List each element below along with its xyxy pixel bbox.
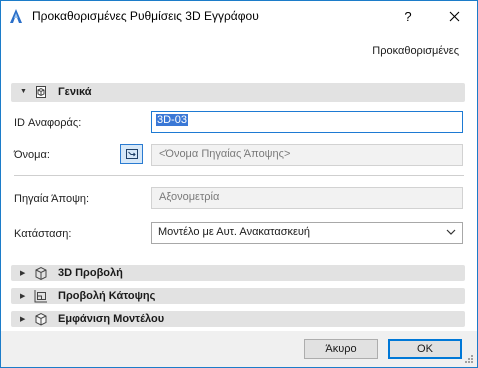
ref-id-value: 3D-03 [156, 114, 188, 126]
close-button[interactable] [431, 1, 477, 31]
ref-id-input[interactable]: 3D-03 [151, 111, 463, 133]
section-model-display-label: Εμφάνιση Μοντέλου [58, 313, 165, 325]
3d-box-icon [35, 266, 47, 281]
status-value: Μοντέλο με Αυτ. Ανακατασκευή [158, 226, 311, 238]
title-bar[interactable]: Προκαθορισμένες Ρυθμίσεις 3D Εγγράφου ? [1, 1, 477, 31]
cube-icon [35, 312, 47, 326]
link-to-source-button[interactable] [120, 144, 143, 164]
expand-right-icon: ▶ [20, 270, 26, 277]
source-view-label: Πηγαία Άποψη: [14, 193, 90, 205]
section-general[interactable]: ▼ Γενικά [11, 83, 465, 102]
window-title: Προκαθορισμένες Ρυθμίσεις 3D Εγγράφου [32, 9, 259, 23]
dialog-window: Προκαθορισμένες Ρυθμίσεις 3D Εγγράφου ? … [0, 0, 478, 368]
section-3d-view[interactable]: ▶ 3D Προβολή [11, 265, 465, 281]
status-select[interactable]: Μοντέλο με Αυτ. Ανακατασκευή [151, 222, 463, 244]
link-arrow-icon [125, 149, 138, 159]
defaults-label[interactable]: Προκαθορισμένες [372, 45, 459, 57]
section-floor-plan-label: Προβολή Κάτοψης [58, 290, 156, 302]
expand-down-icon: ▼ [20, 88, 27, 95]
floor-plan-icon [34, 290, 47, 303]
section-floor-plan[interactable]: ▶ Προβολή Κάτοψης [11, 288, 465, 304]
name-label: Όνομα: [14, 149, 50, 161]
document-3d-icon [36, 86, 46, 98]
cancel-button[interactable]: Άκυρο [304, 339, 378, 359]
source-view-field: Αξονομετρία [151, 187, 463, 209]
dialog-footer: Άκυρο OK [1, 331, 477, 367]
ok-button[interactable]: OK [388, 339, 462, 359]
resize-grip-icon[interactable] [464, 354, 474, 364]
close-icon [449, 11, 459, 21]
section-3d-view-label: 3D Προβολή [58, 267, 123, 279]
expand-right-icon: ▶ [20, 293, 26, 300]
expand-right-icon: ▶ [20, 316, 26, 323]
help-button[interactable]: ? [385, 1, 431, 31]
name-field: <Όνομα Πηγαίας Άποψης> [151, 144, 463, 166]
ref-id-label: ID Αναφοράς: [14, 117, 82, 129]
archicad-app-icon [10, 9, 22, 23]
section-model-display[interactable]: ▶ Εμφάνιση Μοντέλου [11, 311, 465, 327]
divider [14, 175, 464, 176]
section-general-label: Γενικά [58, 86, 92, 98]
status-label: Κατάσταση: [14, 228, 72, 240]
chevron-down-icon [446, 229, 456, 235]
